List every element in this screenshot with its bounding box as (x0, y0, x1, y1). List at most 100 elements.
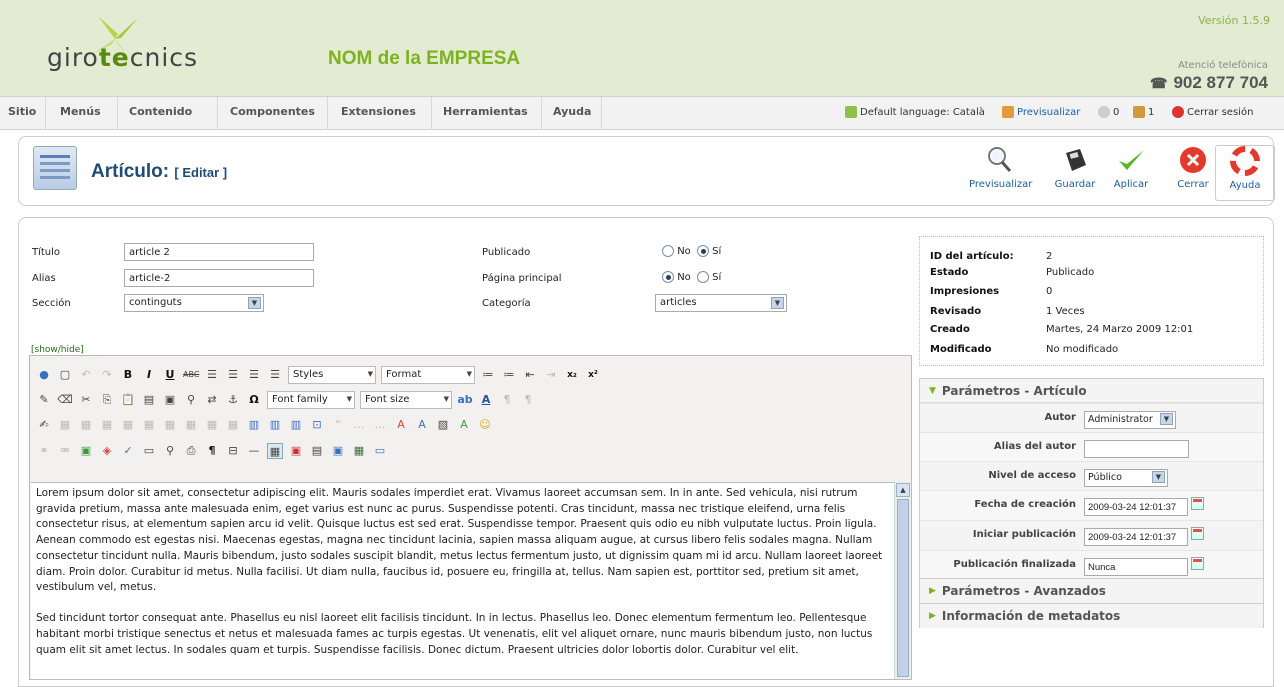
undo-icon[interactable]: ↶ (78, 367, 94, 383)
paste-icon[interactable]: 📋 (120, 392, 136, 408)
delete-text-icon[interactable]: A (393, 417, 409, 433)
anchor-icon[interactable]: ⚓ (225, 392, 241, 408)
blockquote-icon[interactable]: ▭ (372, 443, 388, 459)
smiley-icon[interactable]: ☺ (477, 417, 493, 433)
publish-start-input[interactable] (1084, 528, 1188, 546)
merge-cells-icon[interactable]: ▦ (225, 417, 241, 433)
scroll-thumb[interactable] (897, 499, 909, 677)
font-family-select[interactable]: Font family ▼ (267, 391, 355, 409)
frontpage-no-radio[interactable] (662, 271, 674, 283)
preview-button[interactable]: Previsualizar (969, 145, 1032, 190)
menu-herramientas[interactable]: Herramientas (443, 105, 528, 118)
cut-icon[interactable]: ✂ (78, 392, 94, 408)
acronym-icon[interactable]: … (372, 417, 388, 433)
style-props-icon[interactable]: A (456, 417, 472, 433)
messages-count[interactable]: 0 (1098, 106, 1119, 118)
users-count[interactable]: 1 (1133, 106, 1154, 118)
template-icon[interactable]: ▣ (288, 443, 304, 459)
default-language[interactable]: Default language: Català (845, 106, 985, 118)
row-props-icon[interactable]: ▦ (78, 417, 94, 433)
special-char-icon[interactable]: Ω (246, 392, 262, 408)
cite-icon[interactable]: “ (330, 417, 346, 433)
delete-row-icon[interactable]: ▦ (141, 417, 157, 433)
advanced-image-icon[interactable]: ▣ (330, 443, 346, 459)
save-button[interactable]: Guardar (1045, 145, 1105, 190)
print-icon[interactable]: ⎙ (183, 443, 199, 459)
bullet-list-icon[interactable]: ≔ (480, 367, 496, 383)
fullscreen-icon[interactable]: ▭ (141, 443, 157, 459)
calendar-icon[interactable] (1191, 557, 1204, 570)
help-circle-icon[interactable]: ● (36, 367, 52, 383)
insert-text-icon[interactable]: A (414, 417, 430, 433)
spellcheck-icon[interactable]: ✓ (120, 443, 136, 459)
created-date-input[interactable] (1084, 498, 1188, 516)
menu-contenido[interactable]: Contenido (129, 105, 192, 118)
text-color-icon[interactable]: A (478, 392, 494, 408)
align-left-icon[interactable]: ☰ (204, 367, 220, 383)
metadata-header[interactable]: ▶ Información de metadatos (920, 604, 1263, 628)
table-icon[interactable]: ▦ (57, 417, 73, 433)
author-select[interactable]: Administrator ▼ (1084, 411, 1176, 429)
align-justify-icon[interactable]: ☰ (267, 367, 283, 383)
font-size-select[interactable]: Font size ▼ (360, 391, 452, 409)
layer-icon[interactable]: ▥ (246, 417, 262, 433)
help-button[interactable]: Ayuda (1215, 145, 1275, 201)
outdent-icon[interactable]: ⇤ (522, 367, 538, 383)
eraser-icon[interactable]: ⌫ (57, 392, 73, 408)
media-icon[interactable]: ◈ (99, 443, 115, 459)
cell-props-icon[interactable]: ▦ (99, 417, 115, 433)
underline-icon[interactable]: U (162, 367, 178, 383)
visualchars-icon[interactable]: ¶ (204, 443, 220, 459)
move-backward-icon[interactable]: ▥ (288, 417, 304, 433)
absolute-icon[interactable]: ⊡ (309, 417, 325, 433)
menu-extensiones[interactable]: Extensiones (341, 105, 416, 118)
access-select[interactable]: Público ▼ (1084, 469, 1168, 487)
visual-aid-icon[interactable]: ▦ (267, 443, 283, 459)
html-source-icon[interactable]: ▤ (309, 443, 325, 459)
editor-content[interactable]: Lorem ipsum dolor sit amet, consectetur … (31, 482, 895, 679)
bold-icon[interactable]: B (120, 367, 136, 383)
section-select[interactable]: continguts ▼ (124, 294, 264, 312)
horizontal-rule-icon[interactable]: — (246, 443, 262, 459)
find-icon[interactable]: ⚲ (183, 392, 199, 408)
preview-icon[interactable]: ⚲ (162, 443, 178, 459)
show-hide-toggle[interactable]: [show/hide] (31, 345, 84, 355)
paste-text-icon[interactable]: ▤ (141, 392, 157, 408)
advanced-params-header[interactable]: ▶ Parámetros - Avanzados (920, 579, 1263, 603)
menu-componentes[interactable]: Componentes (230, 105, 315, 118)
rtl-icon[interactable]: ¶ (520, 392, 536, 408)
strikethrough-icon[interactable]: ABC (183, 367, 199, 383)
publish-end-input[interactable] (1084, 558, 1188, 576)
indent-icon[interactable]: ⇥ (543, 367, 559, 383)
editor-scrollbar[interactable]: ▲ (894, 482, 911, 679)
copy-icon[interactable]: ⎘ (99, 392, 115, 408)
calendar-icon[interactable] (1191, 527, 1204, 540)
paste-word-icon[interactable]: ▣ (162, 392, 178, 408)
attributes-icon[interactable]: ▧ (435, 417, 451, 433)
ltr-icon[interactable]: ¶ (499, 392, 515, 408)
superscript-icon[interactable]: x² (585, 367, 601, 383)
new-document-icon[interactable]: ▢ (57, 367, 73, 383)
align-center-icon[interactable]: ☰ (225, 367, 241, 383)
published-no-radio[interactable] (662, 245, 674, 257)
logout-link[interactable]: Cerrar sesión (1172, 106, 1253, 118)
redo-icon[interactable]: ↷ (99, 367, 115, 383)
insert-row-icon[interactable]: ▦ (120, 417, 136, 433)
abbr-icon[interactable]: … (351, 417, 367, 433)
menu-sitio[interactable]: Sitio (8, 105, 36, 118)
insert-col-icon[interactable]: ▦ (162, 417, 178, 433)
align-right-icon[interactable]: ☰ (246, 367, 262, 383)
unlink-icon[interactable]: ⚮ (57, 443, 73, 459)
article-params-header[interactable]: ▼ Parámetros - Artículo (920, 379, 1263, 403)
author-alias-input[interactable] (1084, 440, 1189, 458)
subscript-icon[interactable]: x₂ (564, 367, 580, 383)
title-input[interactable] (124, 243, 314, 261)
menu-ayuda[interactable]: Ayuda (553, 105, 591, 118)
preview-link[interactable]: Previsualizar (1002, 106, 1080, 118)
move-forward-icon[interactable]: ▥ (267, 417, 283, 433)
apply-button[interactable]: Aplicar (1101, 145, 1161, 190)
italic-icon[interactable]: I (141, 367, 157, 383)
category-select[interactable]: articles ▼ (655, 294, 787, 312)
replace-icon[interactable]: ⇄ (204, 392, 220, 408)
frontpage-yes-radio[interactable] (696, 271, 709, 283)
